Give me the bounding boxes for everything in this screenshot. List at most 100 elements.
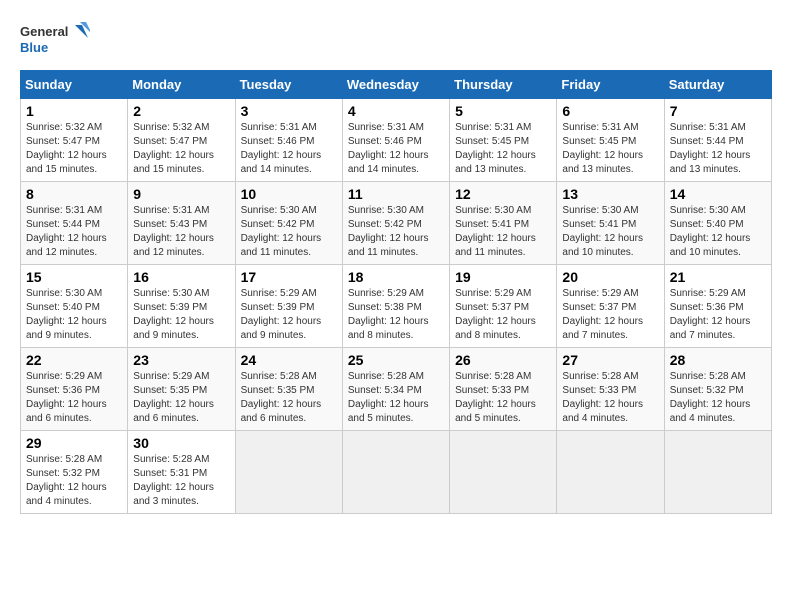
day-info: Sunrise: 5:28 AM Sunset: 5:34 PM Dayligh… <box>348 370 444 426</box>
day-number: 3 <box>241 103 337 119</box>
day-info: Sunrise: 5:32 AM Sunset: 5:47 PM Dayligh… <box>133 121 229 177</box>
calendar-cell: 4 Sunrise: 5:31 AM Sunset: 5:46 PM Daylig… <box>342 99 449 182</box>
day-info: Sunrise: 5:28 AM Sunset: 5:33 PM Dayligh… <box>562 370 658 426</box>
calendar-cell: 24Sunrise: 5:28 AM Sunset: 5:35 PM Dayli… <box>235 348 342 431</box>
day-of-week-monday: Monday <box>128 71 235 99</box>
day-number: 6 <box>562 103 658 119</box>
svg-text:General: General <box>20 24 68 39</box>
day-of-week-sunday: Sunday <box>21 71 128 99</box>
day-info: Sunrise: 5:29 AM Sunset: 5:35 PM Dayligh… <box>133 370 229 426</box>
calendar-body: 1 Sunrise: 5:32 AM Sunset: 5:47 PM Daylig… <box>21 99 772 514</box>
logo: General Blue <box>20 20 90 60</box>
calendar-cell: 22 Sunrise: 5:29 AM Sunset: 5:36 PM Dayli… <box>21 348 128 431</box>
day-info: Sunrise: 5:31 AM Sunset: 5:44 PM Dayligh… <box>26 204 122 260</box>
day-info: Sunrise: 5:28 AM Sunset: 5:33 PM Dayligh… <box>455 370 551 426</box>
day-info: Sunrise: 5:30 AM Sunset: 5:42 PM Dayligh… <box>241 204 337 260</box>
day-number: 10 <box>241 186 337 202</box>
calendar-cell: 15Sunrise: 5:30 AM Sunset: 5:40 PM Dayli… <box>21 265 128 348</box>
day-of-week-tuesday: Tuesday <box>235 71 342 99</box>
calendar-cell: 25 Sunrise: 5:28 AM Sunset: 5:34 PM Dayli… <box>342 348 449 431</box>
day-number: 11 <box>348 186 444 202</box>
week-row-5: 29Sunrise: 5:28 AM Sunset: 5:32 PM Dayli… <box>21 431 772 514</box>
day-info: Sunrise: 5:31 AM Sunset: 5:45 PM Dayligh… <box>562 121 658 177</box>
day-header-row: SundayMondayTuesdayWednesdayThursdayFrid… <box>21 71 772 99</box>
day-of-week-friday: Friday <box>557 71 664 99</box>
day-info: Sunrise: 5:31 AM Sunset: 5:46 PM Dayligh… <box>241 121 337 177</box>
calendar-cell: 2 Sunrise: 5:32 AM Sunset: 5:47 PM Daylig… <box>128 99 235 182</box>
calendar-cell <box>342 431 449 514</box>
day-number: 14 <box>670 186 766 202</box>
calendar-cell: 14 Sunrise: 5:30 AM Sunset: 5:40 PM Dayli… <box>664 182 771 265</box>
day-info: Sunrise: 5:30 AM Sunset: 5:41 PM Dayligh… <box>562 204 658 260</box>
day-of-week-thursday: Thursday <box>450 71 557 99</box>
day-number: 13 <box>562 186 658 202</box>
day-info: Sunrise: 5:30 AM Sunset: 5:39 PM Dayligh… <box>133 287 229 343</box>
calendar-cell: 21 Sunrise: 5:29 AM Sunset: 5:36 PM Dayli… <box>664 265 771 348</box>
calendar-cell: 23Sunrise: 5:29 AM Sunset: 5:35 PM Dayli… <box>128 348 235 431</box>
day-number: 7 <box>670 103 766 119</box>
day-info: Sunrise: 5:30 AM Sunset: 5:40 PM Dayligh… <box>670 204 766 260</box>
day-number: 4 <box>348 103 444 119</box>
calendar-cell <box>557 431 664 514</box>
calendar-cell: 5Sunrise: 5:31 AM Sunset: 5:45 PM Daylig… <box>450 99 557 182</box>
calendar-cell: 10 Sunrise: 5:30 AM Sunset: 5:42 PM Dayli… <box>235 182 342 265</box>
calendar-cell <box>235 431 342 514</box>
day-number: 2 <box>133 103 229 119</box>
calendar-cell: 27 Sunrise: 5:28 AM Sunset: 5:33 PM Dayli… <box>557 348 664 431</box>
calendar-cell: 20 Sunrise: 5:29 AM Sunset: 5:37 PM Dayli… <box>557 265 664 348</box>
day-number: 15 <box>26 269 122 285</box>
day-info: Sunrise: 5:28 AM Sunset: 5:32 PM Dayligh… <box>670 370 766 426</box>
day-info: Sunrise: 5:29 AM Sunset: 5:37 PM Dayligh… <box>455 287 551 343</box>
day-number: 16 <box>133 269 229 285</box>
day-info: Sunrise: 5:31 AM Sunset: 5:44 PM Dayligh… <box>670 121 766 177</box>
calendar-cell: 16 Sunrise: 5:30 AM Sunset: 5:39 PM Dayli… <box>128 265 235 348</box>
day-number: 21 <box>670 269 766 285</box>
calendar-table: SundayMondayTuesdayWednesdayThursdayFrid… <box>20 70 772 514</box>
calendar-cell: 28Sunrise: 5:28 AM Sunset: 5:32 PM Dayli… <box>664 348 771 431</box>
week-row-3: 15Sunrise: 5:30 AM Sunset: 5:40 PM Dayli… <box>21 265 772 348</box>
day-number: 20 <box>562 269 658 285</box>
day-info: Sunrise: 5:29 AM Sunset: 5:38 PM Dayligh… <box>348 287 444 343</box>
day-number: 12 <box>455 186 551 202</box>
calendar-cell: 9 Sunrise: 5:31 AM Sunset: 5:43 PM Daylig… <box>128 182 235 265</box>
day-number: 19 <box>455 269 551 285</box>
calendar-cell <box>664 431 771 514</box>
day-info: Sunrise: 5:31 AM Sunset: 5:46 PM Dayligh… <box>348 121 444 177</box>
day-info: Sunrise: 5:31 AM Sunset: 5:43 PM Dayligh… <box>133 204 229 260</box>
day-number: 8 <box>26 186 122 202</box>
day-info: Sunrise: 5:30 AM Sunset: 5:41 PM Dayligh… <box>455 204 551 260</box>
day-info: Sunrise: 5:29 AM Sunset: 5:39 PM Dayligh… <box>241 287 337 343</box>
calendar-cell: 18 Sunrise: 5:29 AM Sunset: 5:38 PM Dayli… <box>342 265 449 348</box>
calendar-cell: 8 Sunrise: 5:31 AM Sunset: 5:44 PM Daylig… <box>21 182 128 265</box>
calendar-cell: 1 Sunrise: 5:32 AM Sunset: 5:47 PM Daylig… <box>21 99 128 182</box>
day-number: 9 <box>133 186 229 202</box>
day-number: 24 <box>241 352 337 368</box>
calendar-cell: 6 Sunrise: 5:31 AM Sunset: 5:45 PM Daylig… <box>557 99 664 182</box>
calendar-cell: 3 Sunrise: 5:31 AM Sunset: 5:46 PM Daylig… <box>235 99 342 182</box>
logo-svg: General Blue <box>20 20 90 60</box>
calendar-cell <box>450 431 557 514</box>
calendar-cell: 30Sunrise: 5:28 AM Sunset: 5:31 PM Dayli… <box>128 431 235 514</box>
calendar-cell: 11Sunrise: 5:30 AM Sunset: 5:42 PM Dayli… <box>342 182 449 265</box>
day-info: Sunrise: 5:29 AM Sunset: 5:37 PM Dayligh… <box>562 287 658 343</box>
day-number: 17 <box>241 269 337 285</box>
day-number: 5 <box>455 103 551 119</box>
day-number: 26 <box>455 352 551 368</box>
day-of-week-wednesday: Wednesday <box>342 71 449 99</box>
header: General Blue <box>20 20 772 60</box>
day-info: Sunrise: 5:29 AM Sunset: 5:36 PM Dayligh… <box>26 370 122 426</box>
day-number: 29 <box>26 435 122 451</box>
day-number: 25 <box>348 352 444 368</box>
day-info: Sunrise: 5:32 AM Sunset: 5:47 PM Dayligh… <box>26 121 122 177</box>
day-number: 1 <box>26 103 122 119</box>
calendar-cell: 12 Sunrise: 5:30 AM Sunset: 5:41 PM Dayli… <box>450 182 557 265</box>
day-info: Sunrise: 5:29 AM Sunset: 5:36 PM Dayligh… <box>670 287 766 343</box>
calendar-cell: 26 Sunrise: 5:28 AM Sunset: 5:33 PM Dayli… <box>450 348 557 431</box>
calendar-cell: 7 Sunrise: 5:31 AM Sunset: 5:44 PM Daylig… <box>664 99 771 182</box>
day-number: 30 <box>133 435 229 451</box>
day-number: 22 <box>26 352 122 368</box>
day-number: 18 <box>348 269 444 285</box>
calendar-cell: 19 Sunrise: 5:29 AM Sunset: 5:37 PM Dayli… <box>450 265 557 348</box>
day-number: 27 <box>562 352 658 368</box>
svg-text:Blue: Blue <box>20 40 48 55</box>
